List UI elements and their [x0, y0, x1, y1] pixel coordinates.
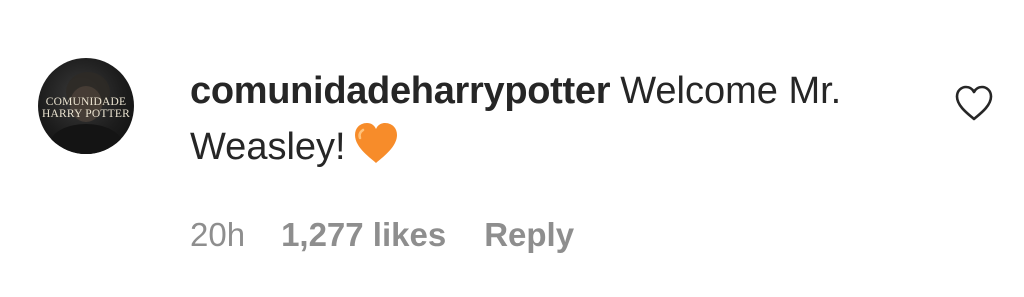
comment-item: COMUNIDADE HARRY POTTER comunidadeharryp… [0, 0, 1024, 297]
comment-likes-count[interactable]: 1,277 likes [281, 216, 446, 254]
avatar-logo-line1: COMUNIDADE [45, 96, 127, 108]
avatar[interactable]: COMUNIDADE HARRY POTTER [38, 58, 134, 154]
orange-heart-icon [354, 123, 397, 163]
comment-username[interactable]: comunidadeharrypotter [190, 70, 611, 112]
comment-timestamp[interactable]: 20h [190, 216, 245, 254]
comment-meta: 20h 1,277 likes Reply [190, 216, 574, 254]
heart-outline-icon[interactable] [954, 84, 994, 122]
avatar-logo-line2: HARRY POTTER [42, 108, 130, 120]
reply-button[interactable]: Reply [484, 216, 574, 254]
comment-body: comunidadeharrypotter Welcome Mr. Weasley… [190, 63, 910, 175]
